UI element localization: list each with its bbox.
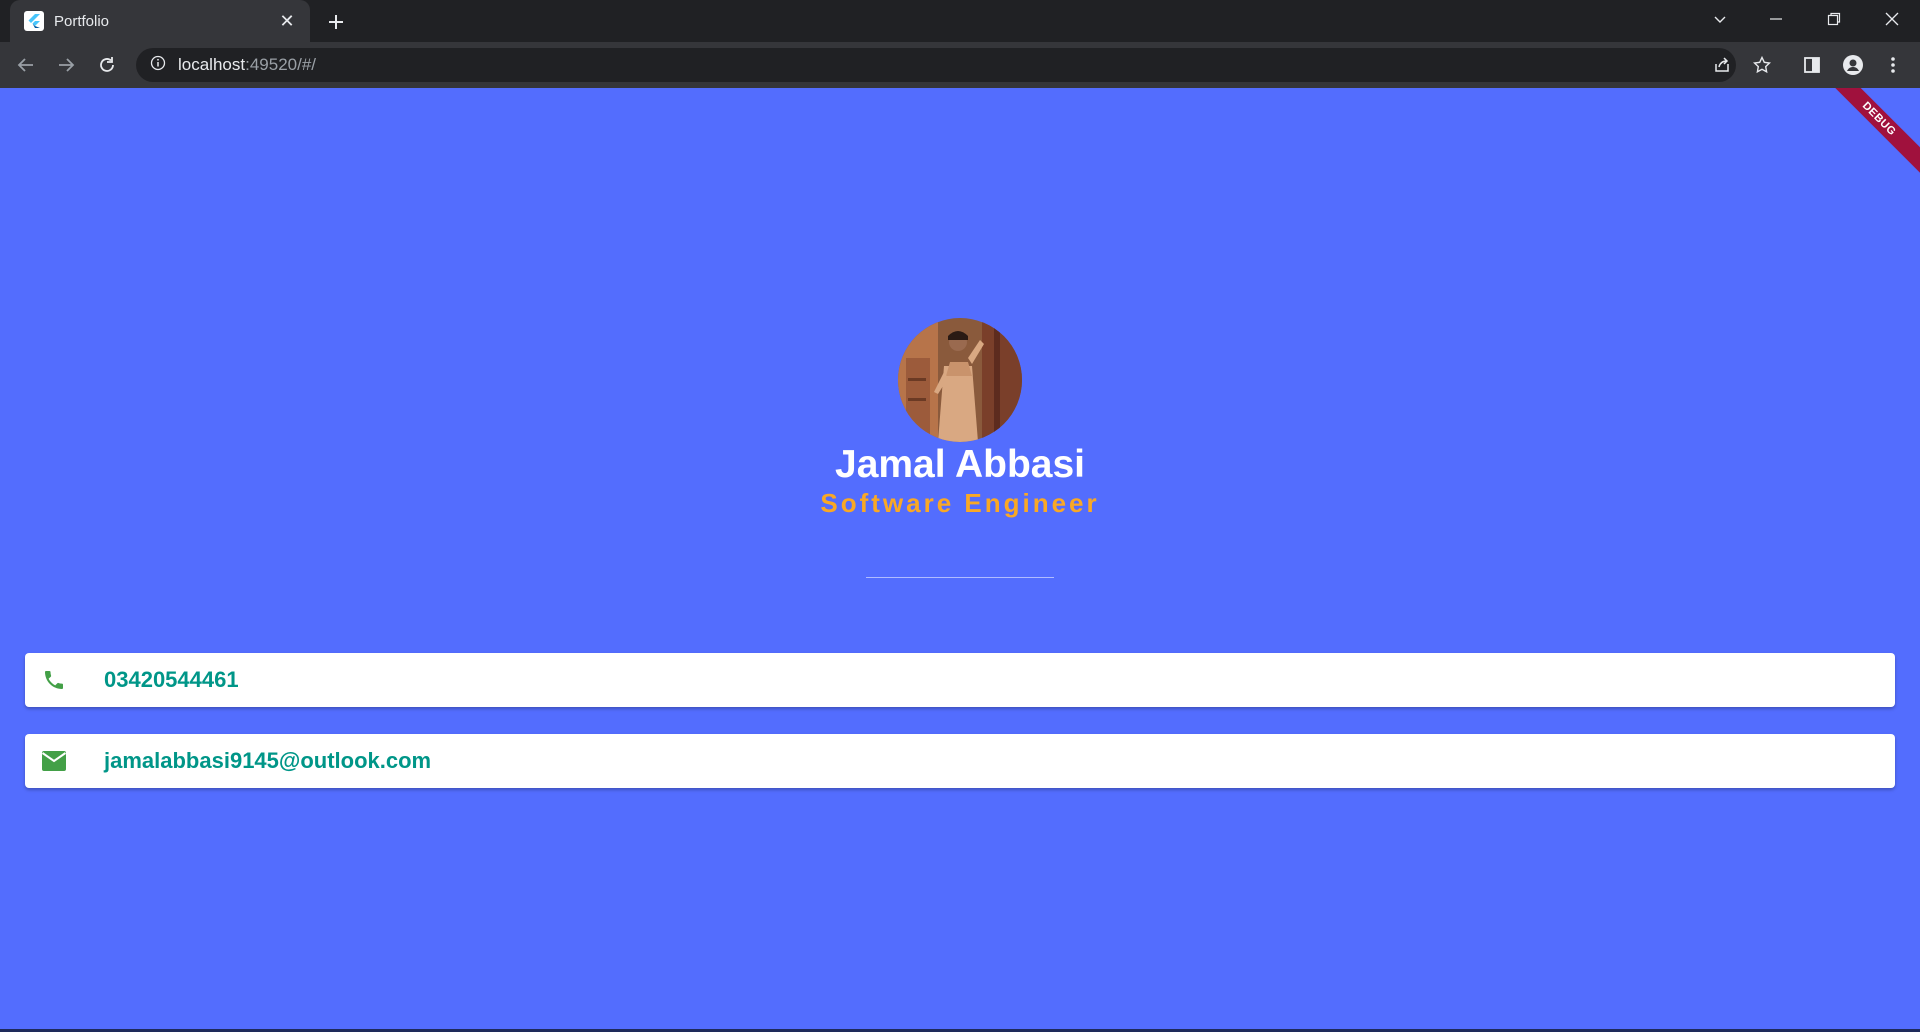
phone-number: 03420544461 [104, 667, 239, 692]
flutter-favicon-icon [24, 11, 44, 31]
tab-search-chevron-icon[interactable] [1692, 0, 1748, 38]
address-bar[interactable]: localhost:49520/#/ [136, 48, 1736, 82]
new-tab-button[interactable] [322, 9, 350, 35]
email-icon [39, 746, 69, 776]
avatar [898, 318, 1022, 442]
page-viewport: DEBUG Jamal Abbasi Software Engineer 034… [0, 88, 1920, 1032]
phone-card[interactable]: 03420544461 [25, 653, 1895, 707]
email-card[interactable]: jamalabbasi9145@outlook.com [25, 734, 1895, 788]
phone-icon [39, 665, 69, 695]
browser-toolbar: localhost:49520/#/ [0, 42, 1920, 88]
menu-kebab-icon[interactable] [1877, 49, 1909, 81]
profile-name: Jamal Abbasi [835, 443, 1085, 486]
share-icon[interactable] [1706, 49, 1738, 81]
browser-tab[interactable]: Portfolio ✕ [10, 0, 310, 42]
browser-tab-strip: Portfolio ✕ [0, 0, 1920, 42]
url-host: localhost [178, 55, 246, 74]
email-address: jamalabbasi9145@outlook.com [104, 748, 432, 773]
forward-arrow-icon[interactable] [50, 49, 82, 81]
back-arrow-icon[interactable] [10, 49, 42, 81]
close-window-button[interactable] [1864, 0, 1920, 38]
side-panel-icon[interactable] [1796, 49, 1828, 81]
divider [866, 577, 1054, 578]
reload-icon[interactable] [91, 49, 123, 81]
profile-icon[interactable] [1837, 49, 1869, 81]
site-info-icon[interactable] [150, 55, 166, 76]
url-path: :49520/#/ [245, 55, 317, 74]
profile-role: Software Engineer [820, 488, 1100, 518]
tab-title: Portfolio [54, 12, 110, 30]
tab-close-icon[interactable]: ✕ [276, 10, 298, 32]
minimize-window-button[interactable] [1748, 0, 1804, 38]
bookmark-star-icon[interactable] [1746, 49, 1778, 81]
restore-window-button[interactable] [1806, 0, 1862, 38]
debug-banner: DEBUG [1819, 88, 1920, 179]
